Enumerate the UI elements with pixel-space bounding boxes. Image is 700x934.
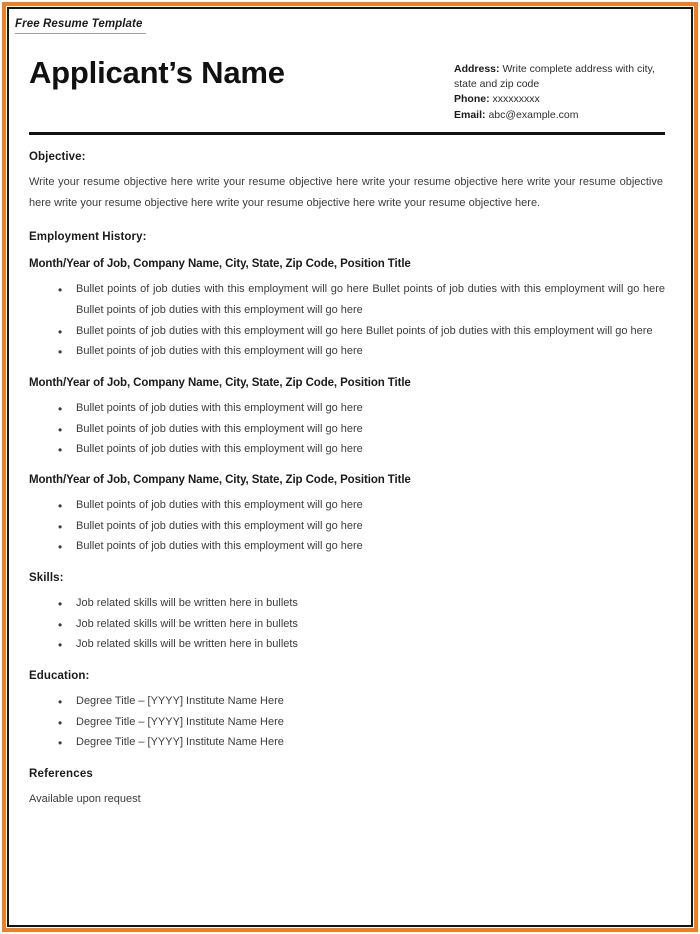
list-item: Job related skills will be written here … bbox=[23, 593, 669, 616]
header-divider-rule bbox=[29, 131, 665, 135]
phone-label: Phone: bbox=[454, 93, 490, 106]
list-item: Job related skills will be written here … bbox=[23, 614, 669, 637]
template-caption: Free Resume Template bbox=[15, 18, 147, 34]
education-heading: Education: bbox=[29, 670, 90, 683]
list-item: Bullet points of job duties with this em… bbox=[23, 341, 669, 364]
document-border: Free Resume Template Applicant’s Name Ad… bbox=[7, 7, 693, 927]
list-item: Degree Title – [YYYY] Institute Name Her… bbox=[23, 691, 669, 714]
email-label: Email: bbox=[454, 108, 486, 121]
list-item: Bullet points of job duties with this em… bbox=[23, 516, 669, 539]
education-list: Degree Title – [YYYY] Institute Name Her… bbox=[23, 691, 669, 755]
list-item: Job related skills will be written here … bbox=[23, 634, 669, 657]
list-item: Degree Title – [YYYY] Institute Name Her… bbox=[23, 732, 669, 755]
list-item: Bullet points of job duties with this em… bbox=[23, 495, 669, 518]
list-item: Bullet points of job duties with this em… bbox=[23, 419, 669, 442]
list-item: Bullet points of job duties with this em… bbox=[23, 279, 669, 321]
applicant-name: Applicant’s Name bbox=[29, 55, 285, 90]
job-title-3: Month/Year of Job, Company Name, City, S… bbox=[29, 474, 411, 487]
skills-list: Job related skills will be written here … bbox=[23, 593, 669, 657]
resume-document: Applicant’s Name Address: Write complete… bbox=[9, 34, 691, 809]
job-bullets-3: Bullet points of job duties with this em… bbox=[23, 495, 669, 559]
template-caption-bar: Free Resume Template bbox=[9, 9, 691, 34]
references-heading: References bbox=[29, 768, 94, 781]
address-label: Address: bbox=[454, 63, 500, 75]
list-item: Bullet points of job duties with this em… bbox=[23, 398, 669, 421]
page-frame: Free Resume Template Applicant’s Name Ad… bbox=[0, 0, 700, 934]
resume-header: Applicant’s Name Address: Write complete… bbox=[23, 34, 669, 123]
job-title-1: Month/Year of Job, Company Name, City, S… bbox=[29, 257, 411, 270]
objective-text: Write your resume objective here write y… bbox=[29, 175, 663, 210]
contact-address-line: Address: Write complete address with cit… bbox=[454, 62, 666, 92]
email-value: abc@example.com bbox=[488, 108, 579, 121]
contact-details: Address: Write complete address with cit… bbox=[454, 56, 669, 123]
list-item: Bullet points of job duties with this em… bbox=[23, 536, 669, 559]
job-bullets-2: Bullet points of job duties with this em… bbox=[23, 398, 669, 462]
contact-phone-line: Phone: xxxxxxxxx bbox=[454, 92, 666, 107]
skills-heading: Skills: bbox=[29, 572, 64, 585]
orange-accent-border: Free Resume Template Applicant’s Name Ad… bbox=[2, 2, 698, 932]
list-item: Degree Title – [YYYY] Institute Name Her… bbox=[23, 712, 669, 735]
phone-value: xxxxxxxxx bbox=[492, 93, 540, 106]
list-item: Bullet points of job duties with this em… bbox=[23, 321, 669, 344]
references-text: Available upon request bbox=[29, 793, 141, 806]
contact-email-line: Email: abc@example.com bbox=[454, 108, 666, 123]
objective-heading: Objective: bbox=[29, 150, 86, 163]
job-title-2: Month/Year of Job, Company Name, City, S… bbox=[29, 377, 411, 390]
list-item: Bullet points of job duties with this em… bbox=[23, 439, 669, 462]
employment-heading: Employment History: bbox=[29, 230, 147, 243]
job-bullets-1: Bullet points of job duties with this em… bbox=[23, 279, 669, 364]
